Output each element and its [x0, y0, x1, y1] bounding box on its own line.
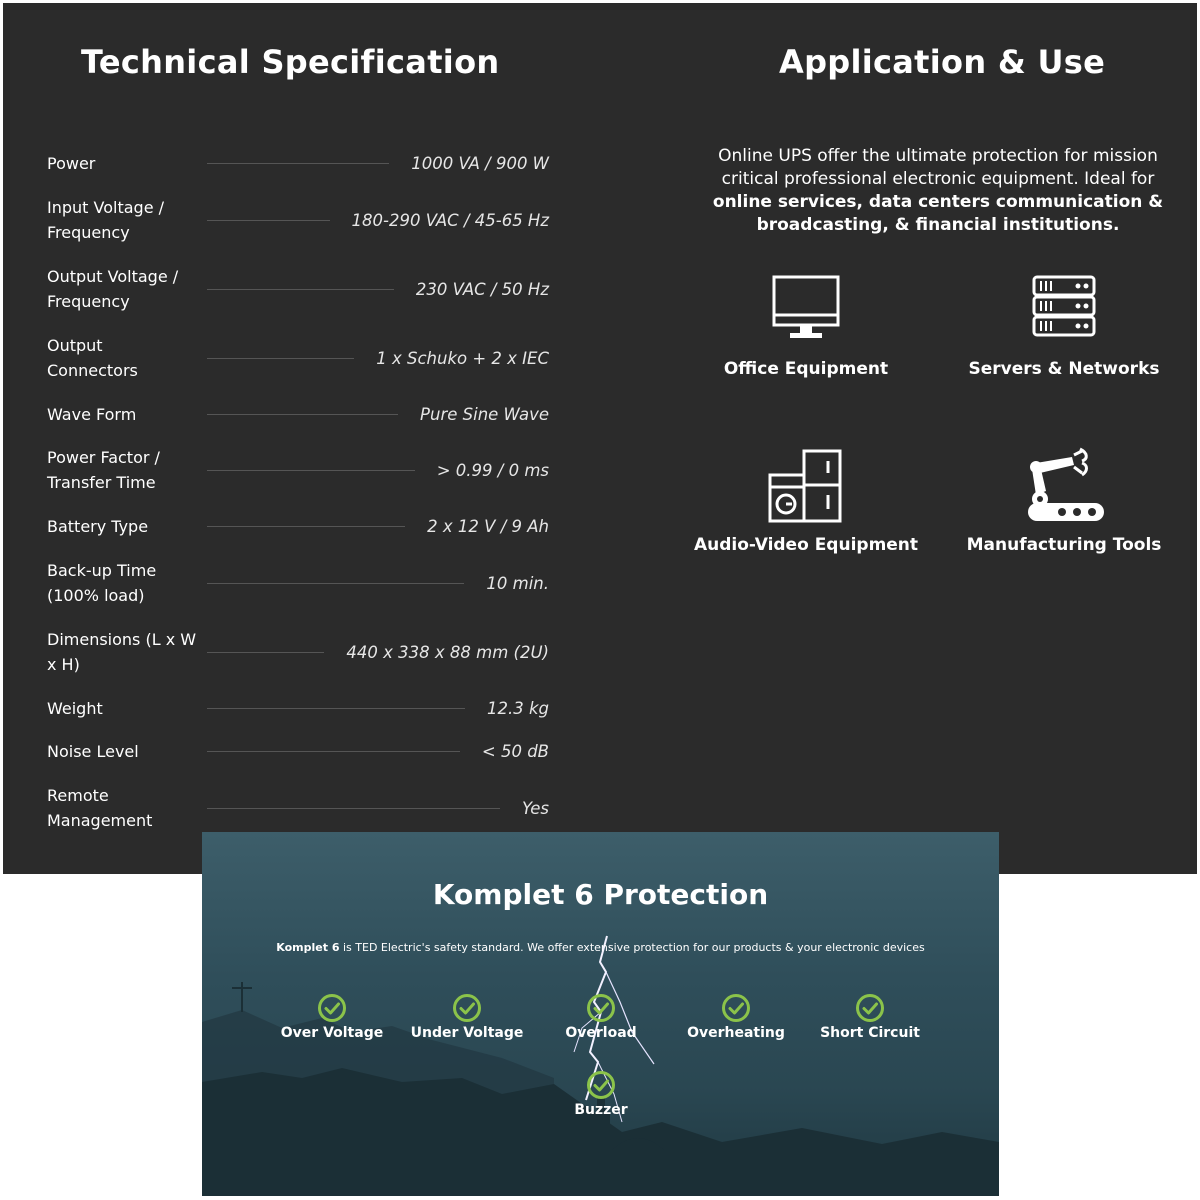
spec-value: 1 x Schuko + 2 x IEC [376, 348, 549, 368]
spec-row-dimensions: Dimensions (L x W x H) 440 x 338 x 88 mm… [47, 627, 549, 677]
spec-row-power-factor: Power Factor / Transfer Time > 0.99 / 0 … [47, 445, 549, 495]
application-item-label: Audio-Video Equipment [693, 535, 919, 555]
spec-value: > 0.99 / 0 ms [436, 460, 549, 480]
application-item-label: Manufacturing Tools [966, 535, 1162, 555]
protection-item-over-voltage: Over Voltage [262, 993, 402, 1041]
spec-row-wave-form: Wave Form Pure Sine Wave [47, 402, 549, 427]
protection-item-label: Overload [565, 1025, 637, 1041]
spec-row-battery-type: Battery Type 2 x 12 V / 9 Ah [47, 514, 549, 539]
spec-value: 1000 VA / 900 W [411, 154, 549, 173]
check-circle-icon [453, 994, 481, 1022]
spec-label: Remote Management [47, 786, 153, 830]
check-circle-icon [722, 994, 750, 1022]
spec-value: 440 x 338 x 88 mm (2U) [346, 642, 549, 662]
spec-label: Dimensions (L x W x H) [47, 630, 197, 674]
protection-item-overheating: Overheating [666, 993, 806, 1041]
spec-divider [207, 219, 330, 221]
check-circle-icon [587, 994, 615, 1022]
spec-divider [207, 708, 465, 709]
spec-value: Yes [521, 798, 549, 818]
spec-divider [207, 807, 500, 809]
application-item-manufacturing: Manufacturing Tools [944, 447, 1184, 555]
application-item-audio-video: Audio-Video Equipment [686, 447, 926, 555]
spec-divider [207, 163, 390, 164]
check-circle-icon [587, 1071, 615, 1099]
application-title: Application & Use [779, 43, 1106, 81]
protection-item-short-circuit: Short Circuit [800, 993, 940, 1041]
protection-item-buzzer: Buzzer [531, 1070, 671, 1118]
spec-title: Technical Specification [81, 43, 500, 81]
protection-description-brand: Komplet 6 [276, 941, 340, 954]
spec-divider [207, 751, 460, 752]
spec-divider [207, 469, 415, 471]
spec-divider [207, 357, 355, 359]
protection-item-label: Buzzer [574, 1102, 628, 1118]
spec-divider [207, 414, 399, 415]
spec-value: 2 x 12 V / 9 Ah [427, 517, 549, 536]
spec-row-backup-time: Back-up Time (100% load) 10 min. [47, 558, 549, 608]
spec-divider [207, 582, 465, 584]
spec-application-panel: Technical Specification Application & Us… [3, 3, 1197, 874]
protection-item-label: Over Voltage [280, 1025, 384, 1041]
spec-divider [207, 526, 406, 527]
spec-label: Back-up Time (100% load) [47, 561, 157, 605]
spec-label: Battery Type [47, 517, 149, 536]
spec-label: Noise Level [47, 742, 139, 761]
appliances-icon [768, 449, 842, 523]
spec-row-noise-level: Noise Level < 50 dB [47, 739, 549, 764]
protection-description-text: is TED Electric's safety standard. We of… [339, 941, 925, 954]
check-circle-icon [318, 994, 346, 1022]
spec-label: Power Factor / Transfer Time [47, 448, 160, 492]
protection-item-overload: Overload [531, 993, 671, 1041]
spec-label: Output Voltage / Frequency [47, 267, 179, 311]
protection-item-label: Short Circuit [820, 1025, 920, 1041]
protection-title-plain: Komplet 6 [432, 878, 604, 911]
protection-item-under-voltage: Under Voltage [397, 993, 537, 1041]
spec-label: Output Connectors [47, 336, 138, 380]
robot-arm-icon [1028, 447, 1104, 521]
application-item-office: Office Equipment [686, 273, 926, 379]
protection-title: Komplet 6 Protection [202, 878, 999, 911]
spec-label: Wave Form [47, 405, 137, 424]
spec-row-power: Power 1000 VA / 900 W [47, 151, 549, 176]
spec-row-output-voltage: Output Voltage / Frequency 230 VAC / 50 … [47, 264, 549, 314]
application-description-highlight: online services, data centers communicat… [712, 192, 1164, 235]
protection-description: Komplet 6 is TED Electric's safety stand… [202, 941, 999, 954]
spec-value: 180-290 VAC / 45-65 Hz [351, 210, 549, 230]
protection-panel: Komplet 6 Protection Komplet 6 is TED El… [202, 832, 999, 1196]
protection-item-label: Under Voltage [410, 1025, 524, 1041]
spec-row-weight: Weight 12.3 kg [47, 696, 549, 721]
spec-value: 10 min. [486, 573, 549, 593]
spec-row-input-voltage: Input Voltage / Frequency 180-290 VAC / … [47, 195, 549, 245]
spec-value: Pure Sine Wave [420, 405, 549, 424]
server-rack-icon [1032, 275, 1096, 337]
spec-label: Input Voltage / Frequency [47, 198, 165, 242]
application-description-text: Online UPS offer the ultimate protection… [718, 146, 1158, 189]
spec-value: < 50 dB [481, 742, 549, 761]
spec-row-output-connectors: Output Connectors 1 x Schuko + 2 x IEC [47, 333, 549, 383]
spec-label: Weight [47, 699, 103, 718]
protection-item-label: Overheating [687, 1025, 785, 1041]
protection-title-bold: Protection [603, 878, 769, 911]
application-item-label: Servers & Networks [968, 359, 1160, 379]
spec-label: Power [47, 154, 96, 173]
application-description: Online UPS offer the ultimate protection… [693, 145, 1183, 237]
check-circle-icon [856, 994, 884, 1022]
application-item-servers: Servers & Networks [944, 273, 1184, 379]
spec-divider [207, 288, 394, 290]
spec-value: 230 VAC / 50 Hz [415, 279, 549, 299]
spec-row-remote-management: Remote Management Yes [47, 783, 549, 833]
spec-value: 12.3 kg [486, 699, 549, 718]
spec-divider [207, 651, 325, 653]
monitor-icon [772, 275, 840, 338]
application-item-label: Office Equipment [723, 359, 889, 379]
